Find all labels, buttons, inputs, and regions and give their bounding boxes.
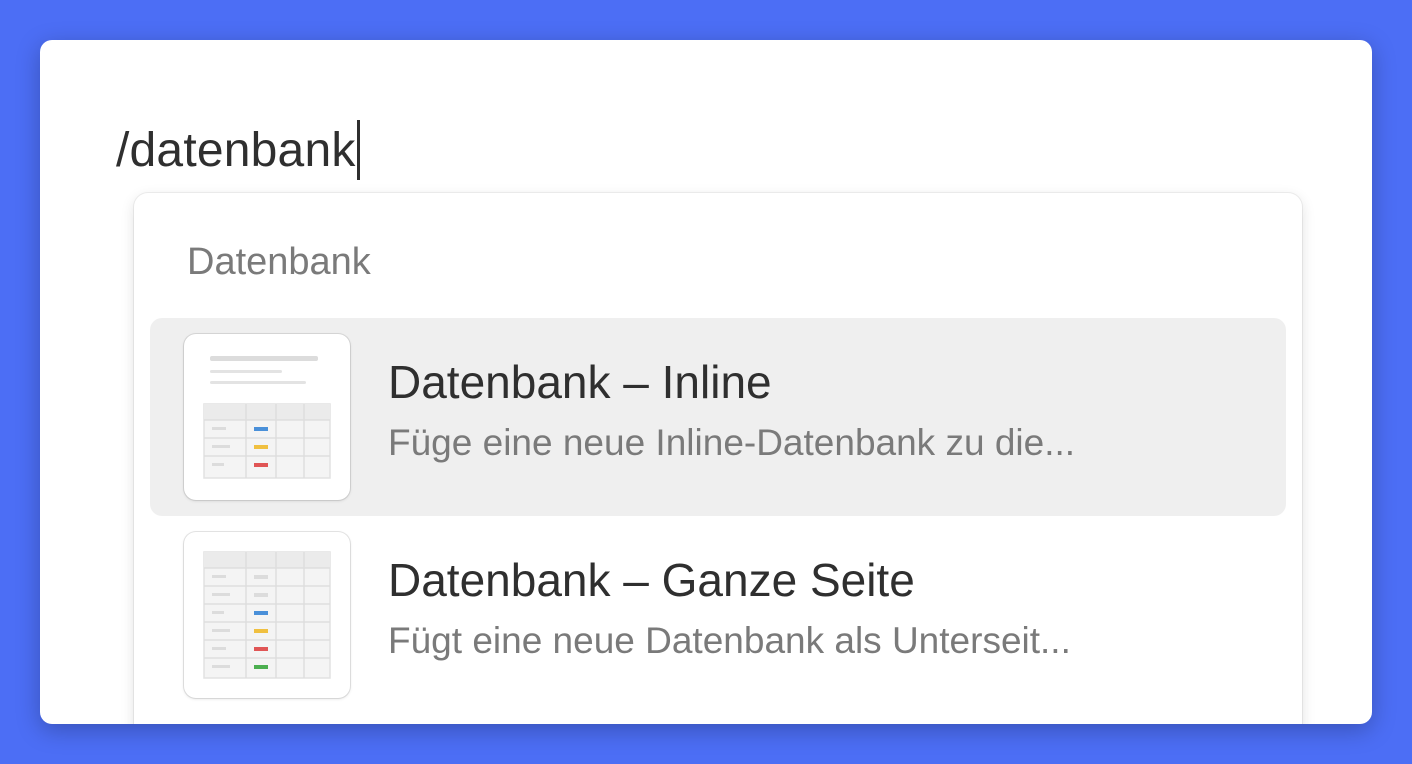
menu-item-description: Füge eine neue Inline-Datenbank zu die..… <box>388 422 1076 463</box>
editor-text-line[interactable]: /datenbank <box>116 118 360 182</box>
menu-item-text: Datenbank – Inline Füge eine neue Inline… <box>388 354 1075 466</box>
slash-command-text[interactable]: /datenbank <box>116 123 356 178</box>
menu-item-text: Datenbank – Ganze Seite Fügt eine neue D… <box>388 552 1071 664</box>
inline-database-thumbnail-icon <box>184 334 350 500</box>
menu-item-description: Fügt eine neue Datenbank als Unterseit..… <box>388 620 1071 661</box>
full-page-database-thumbnail-icon <box>184 532 350 698</box>
menu-item-database-full-page[interactable]: Datenbank – Ganze Seite Fügt eine neue D… <box>150 516 1286 714</box>
editor-window: /datenbank Datenbank Datenbank – Inline … <box>40 40 1372 724</box>
menu-item-database-inline[interactable]: Datenbank – Inline Füge eine neue Inline… <box>150 318 1286 516</box>
menu-item-title: Datenbank – Inline <box>388 356 772 408</box>
text-caret <box>356 120 360 180</box>
menu-section-heading: Datenbank <box>187 241 371 283</box>
slash-command-menu: Datenbank Datenbank – Inline Füge eine n… <box>134 193 1302 724</box>
menu-item-title: Datenbank – Ganze Seite <box>388 554 915 606</box>
